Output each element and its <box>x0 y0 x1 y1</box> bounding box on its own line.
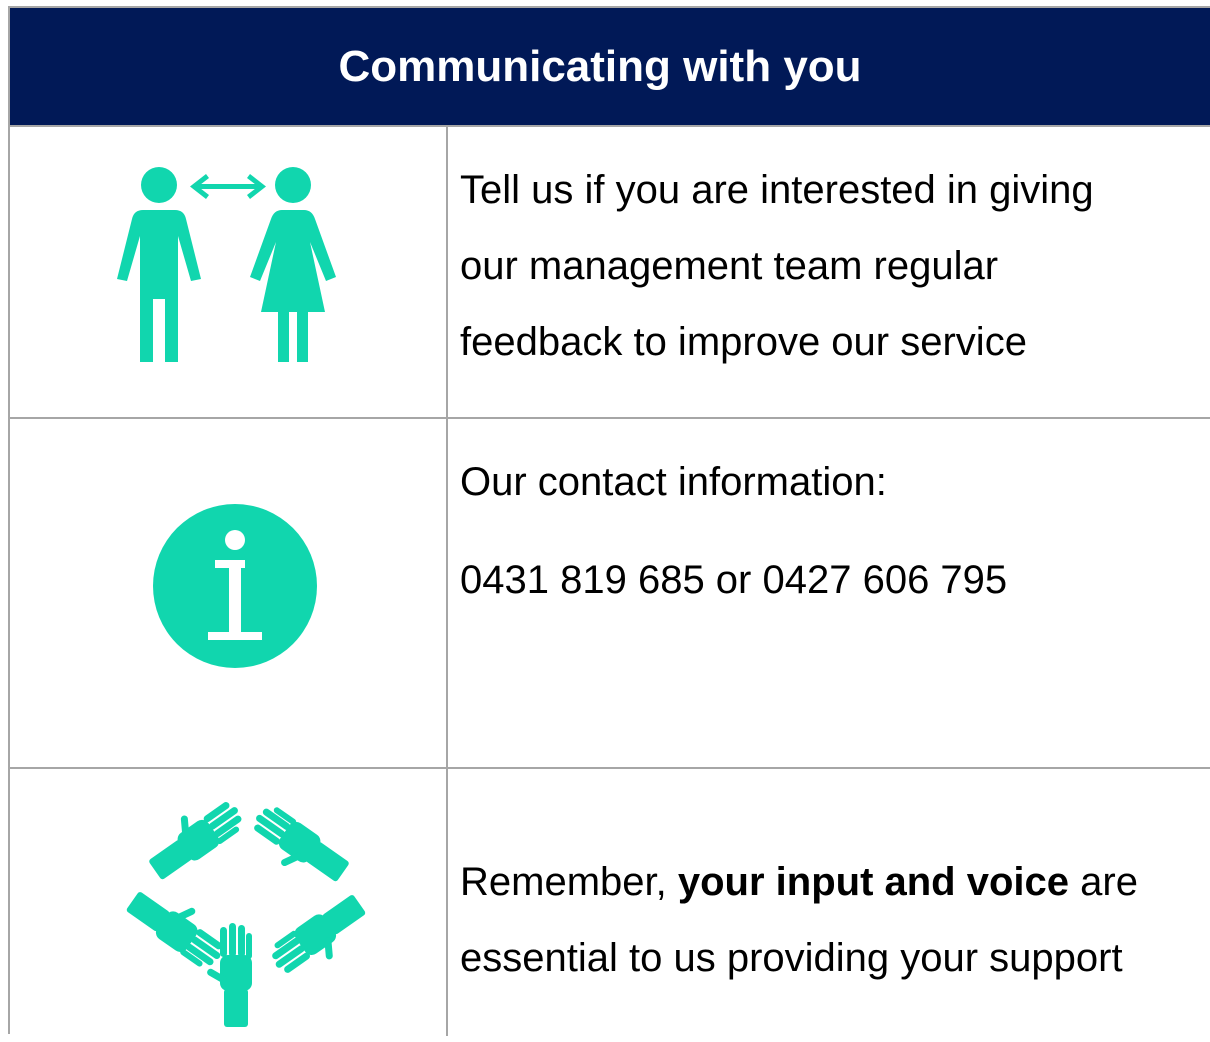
row-feedback: Tell us if you are interested in giving … <box>10 125 1210 417</box>
feedback-line-3: feedback to improve our service <box>460 320 1027 364</box>
row-contact: Our contact information: 0431 819 685 or… <box>10 417 1210 767</box>
voice-line-2: essential to us providing your support <box>460 936 1123 980</box>
feedback-text: Tell us if you are interested in giving … <box>460 152 1210 380</box>
contact-text: Our contact information: 0431 819 685 or… <box>460 444 1210 640</box>
people-communicating-icon <box>10 127 446 417</box>
contact-heading: Our contact information: <box>460 460 887 504</box>
hands-together-icon <box>10 769 446 1042</box>
voice-line-1-suffix: are <box>1069 860 1138 904</box>
voice-line-1-prefix: Remember, <box>460 860 678 904</box>
contact-phone[interactable]: 0431 819 685 or 0427 606 795 <box>460 542 1210 618</box>
voice-text: Remember, your input and voice are essen… <box>460 844 1210 996</box>
communication-card: Communicating with you Tell us if you ar… <box>8 6 1210 1036</box>
header-banner: Communicating with you <box>10 8 1210 125</box>
voice-line-1-bold: your input and voice <box>677 860 1070 904</box>
row-voice: Remember, your input and voice are essen… <box>10 767 1210 1042</box>
information-icon <box>10 419 446 767</box>
feedback-line-2: our management team regular <box>460 244 999 288</box>
page-title: Communicating with you <box>338 41 862 91</box>
voice-line-1: Remember, your input and voice are <box>460 844 1210 920</box>
feedback-line-1: Tell us if you are interested in giving <box>460 168 1094 212</box>
